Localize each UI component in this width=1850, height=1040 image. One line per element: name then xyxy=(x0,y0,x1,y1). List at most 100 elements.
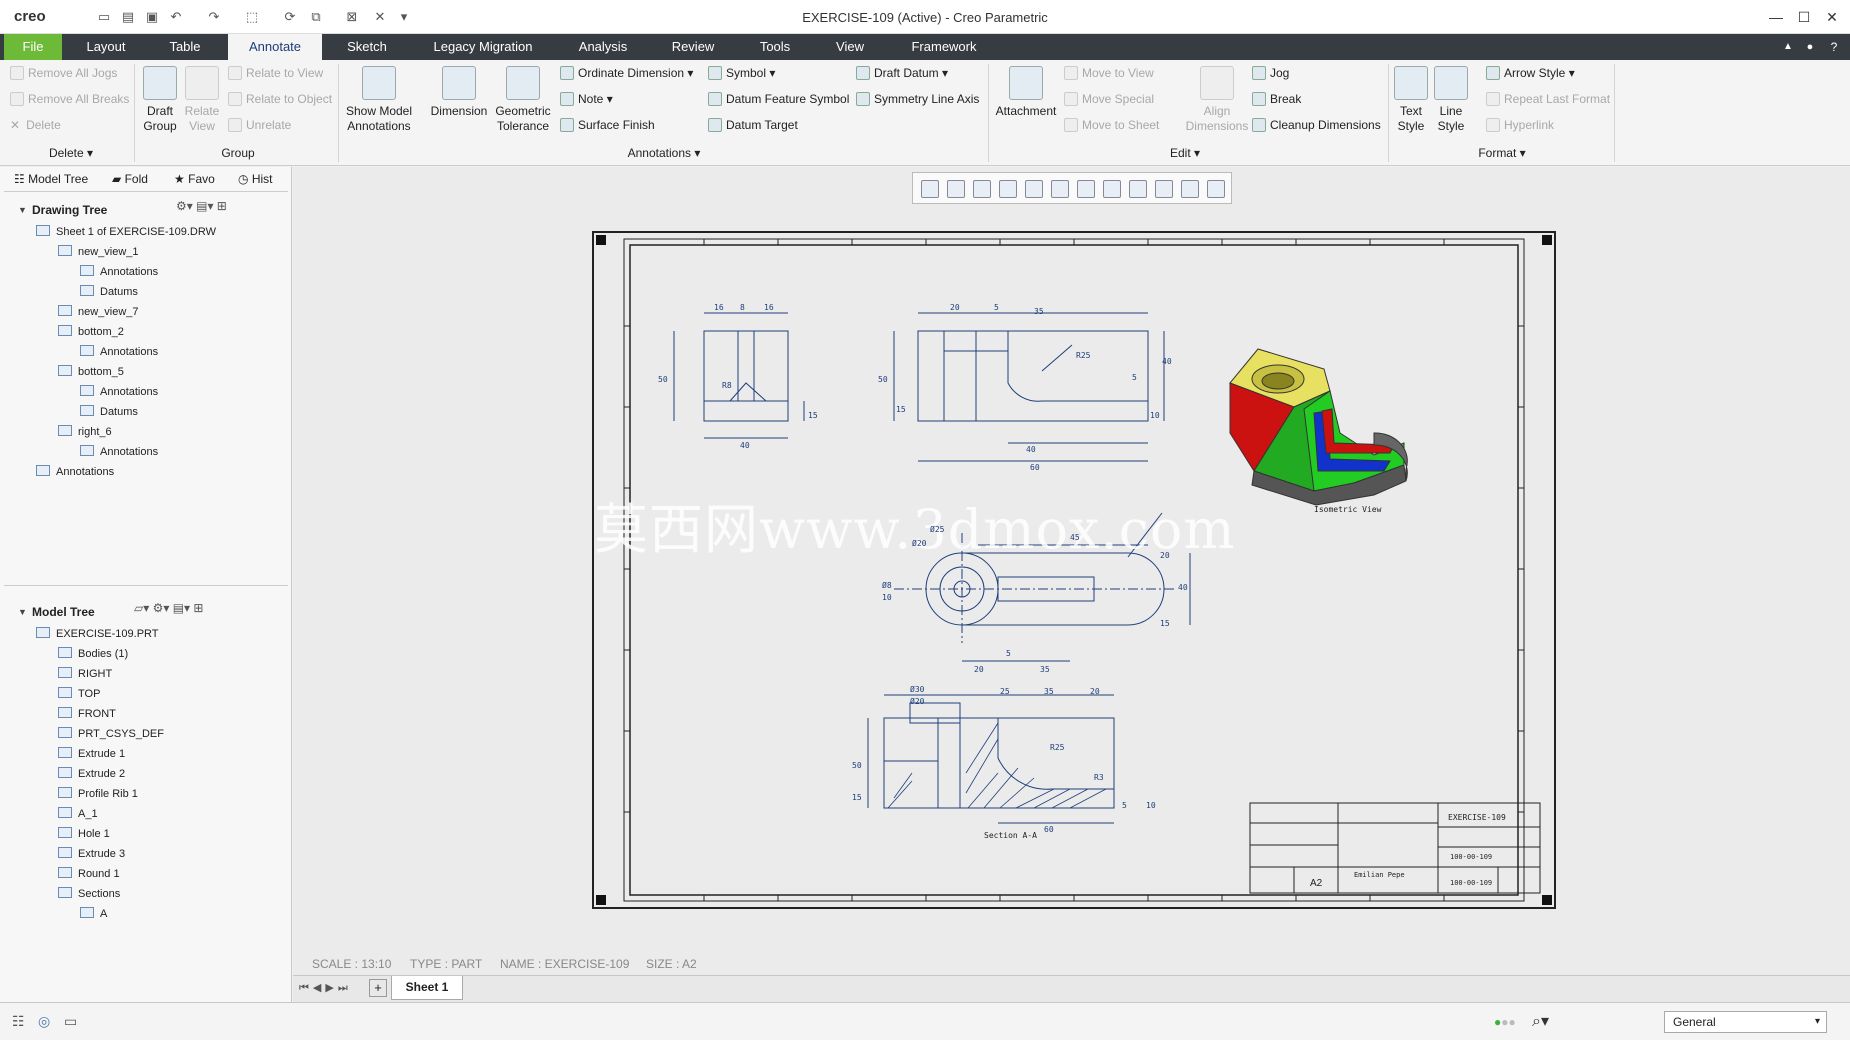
hyperlink-button[interactable]: Hyperlink xyxy=(1486,118,1554,132)
dimension-text[interactable]: Ø20 xyxy=(910,697,924,706)
dimension-text[interactable]: 40 xyxy=(1178,583,1188,592)
tree-node[interactable]: EXERCISE-109.PRT xyxy=(36,627,159,640)
tree-node[interactable]: Annotations xyxy=(80,385,158,398)
annotations-group-label[interactable]: Annotations ▾ xyxy=(606,146,722,160)
tree-node[interactable]: right_6 xyxy=(58,425,112,438)
relate-to-view-button[interactable]: Relate to View xyxy=(228,66,323,80)
tree-node[interactable]: new_view_1 xyxy=(58,245,139,258)
tree-node[interactable]: Sections xyxy=(58,887,120,900)
tab-framework[interactable]: Framework xyxy=(898,34,990,60)
dimension-text[interactable]: 35 xyxy=(1040,665,1050,674)
symmetry-line-axis-button[interactable]: Symmetry Line Axis xyxy=(856,92,979,106)
tree-node[interactable]: Profile Rib 1 xyxy=(58,787,138,800)
dimension-text[interactable]: 20 xyxy=(1090,687,1100,696)
remove-all-jogs-button[interactable]: Remove All Jogs xyxy=(10,66,117,80)
zoom-out-icon[interactable] xyxy=(973,180,991,198)
dimension-text[interactable]: 35 xyxy=(1034,307,1044,316)
attachment-button[interactable]: Attachment xyxy=(992,66,1060,119)
maximize-icon[interactable]: ☐ xyxy=(1792,6,1816,28)
dimension-text[interactable]: 10 xyxy=(1150,411,1160,420)
plane-display-icon[interactable] xyxy=(1181,180,1199,198)
dimension-text[interactable]: R25 xyxy=(1050,743,1064,752)
tree-node[interactable]: new_view_7 xyxy=(58,305,139,318)
dimension-text[interactable]: 5 xyxy=(1132,373,1137,382)
dimension-text[interactable]: 15 xyxy=(1160,619,1170,628)
navigator-toggle-icon[interactable]: ☷ xyxy=(12,1013,25,1030)
dimension-text[interactable]: Ø20 xyxy=(912,539,926,548)
show-model-annotations-button[interactable]: Show Model Annotations xyxy=(342,66,416,134)
dimension-text[interactable]: 10 xyxy=(1146,801,1156,810)
dimension-text[interactable]: 5 xyxy=(1006,649,1011,658)
datum-target-button[interactable]: Datum Target xyxy=(708,118,798,132)
move-to-view-button[interactable]: Move to View xyxy=(1064,66,1154,80)
dimension-text[interactable]: Ø25 xyxy=(930,525,944,534)
tab-file[interactable]: File xyxy=(4,34,62,60)
drawing-sheet[interactable]: 莫西网www.3dmox.com Isometric View Section … xyxy=(592,231,1556,909)
tree-node[interactable]: Annotations xyxy=(80,345,158,358)
tab-review[interactable]: Review xyxy=(658,34,728,60)
relate-view-button[interactable]: Relate View xyxy=(180,66,224,134)
remove-all-breaks-button[interactable]: Remove All Breaks xyxy=(10,92,129,106)
tree-node[interactable]: Extrude 1 xyxy=(58,747,125,760)
dimension-button[interactable]: Dimension xyxy=(426,66,492,119)
dimension-text[interactable]: 15 xyxy=(896,405,906,414)
delete-button[interactable]: ✕ Delete xyxy=(10,118,61,132)
minimize-icon[interactable]: — xyxy=(1764,6,1788,28)
tree-node[interactable]: bottom_2 xyxy=(58,325,124,338)
dimension-text[interactable]: 15 xyxy=(852,793,862,802)
display-style-icon[interactable] xyxy=(1025,180,1043,198)
move-to-sheet-button[interactable]: Move to Sheet xyxy=(1064,118,1159,132)
tree-node[interactable]: Hole 1 xyxy=(58,827,110,840)
dimension-text[interactable]: R3 xyxy=(1094,773,1104,782)
dimension-text[interactable]: 16 xyxy=(764,303,774,312)
datum-feature-symbol-button[interactable]: Datum Feature Symbol xyxy=(708,92,849,106)
tree-node[interactable]: Annotations xyxy=(80,445,158,458)
point-display-icon[interactable] xyxy=(1129,180,1147,198)
symbol-button[interactable]: Symbol ▾ xyxy=(708,66,775,80)
surface-finish-button[interactable]: Surface Finish xyxy=(560,118,655,132)
text-style-button[interactable]: Text Style xyxy=(1392,66,1430,134)
dimension-text[interactable]: 20 xyxy=(1160,551,1170,560)
tree-node[interactable]: A_1 xyxy=(58,807,98,820)
relate-to-object-button[interactable]: Relate to Object xyxy=(228,92,332,106)
dimension-text[interactable]: 40 xyxy=(1026,445,1036,454)
fullscreen-icon[interactable]: ▭ xyxy=(64,1013,77,1030)
zoom-in-icon[interactable] xyxy=(947,180,965,198)
annotation-display-icon[interactable] xyxy=(1103,180,1121,198)
tree-node[interactable]: PRT_CSYS_DEF xyxy=(58,727,164,740)
tree-node[interactable]: Sheet 1 of EXERCISE-109.DRW xyxy=(36,225,216,238)
tree-node[interactable]: Annotations xyxy=(80,265,158,278)
tree-node[interactable]: bottom_5 xyxy=(58,365,124,378)
tab-annotate[interactable]: Annotate xyxy=(228,34,322,60)
dimension-text[interactable]: 50 xyxy=(658,375,668,384)
add-sheet-icon[interactable]: + xyxy=(369,979,387,997)
dimension-text[interactable]: 5 xyxy=(994,303,999,312)
dimension-text[interactable]: 20 xyxy=(974,665,984,674)
dimension-text[interactable]: 15 xyxy=(808,411,818,420)
dimension-text[interactable]: 50 xyxy=(878,375,888,384)
dimension-text[interactable]: 40 xyxy=(1162,357,1172,366)
browser-toggle-icon[interactable]: ◎ xyxy=(38,1013,50,1030)
delete-group-label[interactable]: Delete ▾ xyxy=(46,146,96,160)
tab-view[interactable]: View xyxy=(822,34,878,60)
tab-history[interactable]: ◷ Hist xyxy=(238,172,273,186)
find-icon[interactable]: ⌕▾ xyxy=(1532,1011,1549,1031)
line-style-button[interactable]: Line Style xyxy=(1432,66,1470,134)
unrelate-button[interactable]: Unrelate xyxy=(228,118,291,132)
tab-favorites[interactable]: ★ Favo xyxy=(174,172,215,186)
edit-group-label[interactable]: Edit ▾ xyxy=(1160,146,1210,160)
tree-node[interactable]: Annotations xyxy=(36,465,114,478)
dimension-text[interactable]: 20 xyxy=(950,303,960,312)
dimension-text[interactable]: 60 xyxy=(1030,463,1040,472)
axis-display-icon[interactable] xyxy=(1207,180,1225,198)
datum-display-icon[interactable] xyxy=(1077,180,1095,198)
jog-button[interactable]: Jog xyxy=(1252,66,1289,80)
model-tree-settings-icon[interactable]: ▱▾ ⚙▾ ▤▾ ⊞ xyxy=(134,601,203,615)
ordinate-dimension-button[interactable]: Ordinate Dimension ▾ xyxy=(560,66,693,80)
dimension-text[interactable]: 60 xyxy=(1044,825,1054,834)
user-icon[interactable]: ● xyxy=(1802,34,1818,60)
tab-model-tree[interactable]: ☷ Model Tree xyxy=(14,172,88,186)
dimension-text[interactable]: 25 xyxy=(1000,687,1010,696)
tree-node[interactable]: A xyxy=(80,907,107,920)
tab-table[interactable]: Table xyxy=(154,34,216,60)
